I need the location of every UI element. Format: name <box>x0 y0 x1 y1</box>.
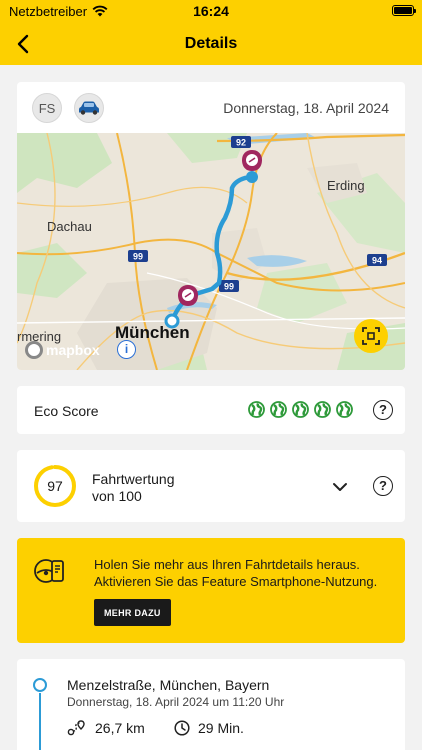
promo-card: Holen Sie mehr aus Ihren Fahrtdetails he… <box>17 538 405 643</box>
pin-icon[interactable] <box>242 150 262 171</box>
distance-stat: 26,7 km <box>67 720 145 736</box>
eco-help-icon[interactable]: ? <box>373 400 393 420</box>
rating-help-icon[interactable]: ? <box>373 476 393 496</box>
svg-text:92: 92 <box>236 138 246 148</box>
route-start-marker <box>33 678 47 692</box>
road-shield-99-east: 99 <box>219 280 239 292</box>
road-shield-92: 92 <box>231 136 251 148</box>
car-icon <box>79 101 99 115</box>
road-shield-99-north: 99 <box>128 250 148 262</box>
mapbox-attribution[interactable]: mapbox <box>25 341 100 359</box>
clock: 16:24 <box>193 3 229 19</box>
globe-icon <box>248 401 265 418</box>
map-label-dachau: Dachau <box>47 219 92 234</box>
nav-bar: Details <box>0 22 422 65</box>
driver-initials: FS <box>38 100 56 116</box>
svg-text:94: 94 <box>372 256 382 266</box>
duration-stat: 29 Min. <box>174 720 244 736</box>
driver-avatar: FS <box>32 93 62 123</box>
fit-route-button[interactable] <box>354 319 388 353</box>
rating-score: 97 <box>47 478 63 494</box>
info-icon[interactable]: i <box>117 340 136 359</box>
trip-date: Donnerstag, 18. April 2024 <box>223 100 389 116</box>
svg-text:99: 99 <box>224 282 234 292</box>
vehicle-avatar <box>74 93 104 123</box>
status-bar: Netzbetreiber 16:24 <box>0 0 422 22</box>
map-canvas[interactable]: 92 99 99 94 <box>17 133 405 370</box>
pin-icon[interactable] <box>178 285 198 306</box>
smartphone-car-icon <box>34 559 64 583</box>
eco-score-card: Eco Score ? <box>17 386 405 434</box>
map-label-erding: Erding <box>327 178 365 193</box>
rating-card[interactable]: 97 Fahrtwertung von 100 ? <box>17 450 405 522</box>
route-map[interactable]: 92 99 99 94 Erding Dachau rmering Münche… <box>17 133 405 370</box>
fit-route-icon <box>362 327 380 345</box>
rating-title: Fahrtwertung <box>92 471 175 487</box>
road-shield-94: 94 <box>367 254 387 266</box>
eco-score-globes <box>248 401 353 418</box>
globe-icon <box>270 401 287 418</box>
globe-icon <box>292 401 309 418</box>
clock-icon <box>174 720 190 736</box>
battery-icon <box>392 5 416 16</box>
globe-icon <box>314 401 331 418</box>
duration-value: 29 Min. <box>198 720 244 736</box>
svg-text:99: 99 <box>133 252 143 262</box>
route-card: Menzelstraße, München, Bayern Donnerstag… <box>17 659 405 750</box>
route-start-street: Menzelstraße, München, Bayern <box>67 677 270 693</box>
page-title: Details <box>184 35 238 52</box>
distance-icon <box>67 720 85 736</box>
rating-subtitle: von 100 <box>92 488 142 504</box>
trip-card[interactable]: FS Donnerstag, 18. April 2024 92 99 99 9… <box>17 82 405 370</box>
mapbox-logo-icon <box>25 341 43 359</box>
route-start-time: Donnerstag, 18. April 2024 um 11:20 Uhr <box>67 695 285 709</box>
distance-value: 26,7 km <box>95 720 145 736</box>
more-info-button[interactable]: MEHR DAZU <box>94 599 171 626</box>
chevron-down-icon[interactable] <box>330 477 350 497</box>
promo-text: Holen Sie mehr aus Ihren Fahrtdetails he… <box>94 557 378 589</box>
route-end-dot <box>246 171 258 183</box>
route-timeline-line <box>39 693 41 750</box>
mapbox-wordmark: mapbox <box>46 342 100 358</box>
eco-score-label: Eco Score <box>34 403 99 419</box>
globe-icon <box>336 401 353 418</box>
